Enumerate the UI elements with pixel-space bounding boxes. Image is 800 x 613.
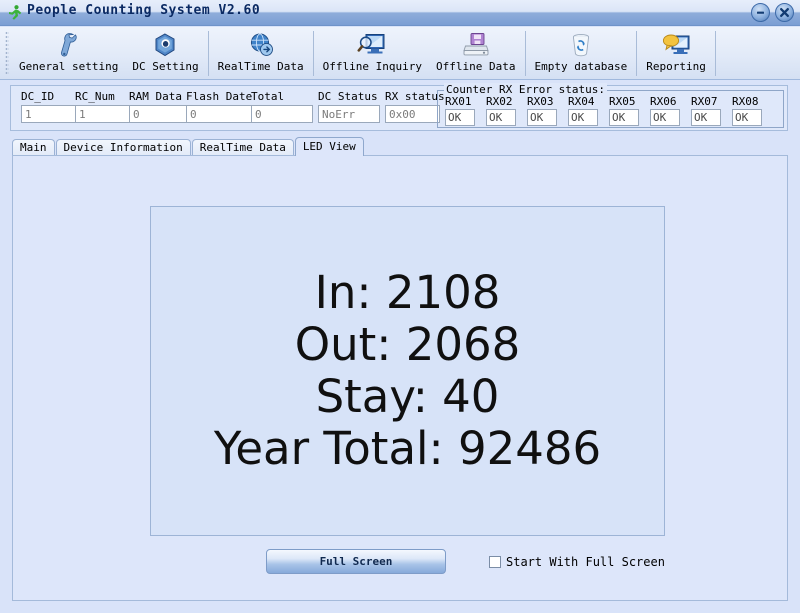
application-window: People Counting System V2.60 General set…	[0, 0, 800, 613]
dc-status-value: NoErr	[318, 105, 380, 123]
led-line-in: In: 2108	[314, 265, 501, 319]
rx-channel-label: RX04	[568, 95, 595, 108]
tab-realtime-data[interactable]: RealTime Data	[191, 139, 294, 156]
start-with-full-screen-checkbox-row[interactable]: Start With Full Screen	[489, 555, 665, 569]
led-line-year-total: Year Total: 92486	[213, 422, 602, 476]
rx-channel-rx08: RX08 OK	[732, 95, 768, 126]
toolbar-separator	[636, 31, 638, 76]
toolbar-label: DC Setting	[132, 60, 199, 73]
field-rx-status: RX status 0x00	[385, 90, 445, 123]
wrench-icon	[56, 30, 82, 60]
toolbar-button-offline-data[interactable]: Offline Data	[429, 27, 522, 80]
rx-channel-value: OK	[527, 109, 557, 126]
rx-channel-rx02: RX02 OK	[486, 95, 522, 126]
toolbar-separator	[207, 31, 209, 76]
led-display: In: 2108 Out: 2068 Stay: 40 Year Total: …	[150, 206, 665, 536]
rx-channel-label: RX08	[732, 95, 759, 108]
nut-icon	[151, 30, 179, 60]
toolbar-separator	[524, 31, 526, 76]
window-controls	[751, 3, 794, 22]
field-label: RAM Data	[129, 90, 182, 103]
full-screen-button[interactable]: Full Screen	[266, 549, 446, 574]
toolbar-button-offline-inquiry[interactable]: Offline Inquiry	[316, 27, 429, 80]
field-label: Total	[251, 90, 285, 103]
start-with-full-screen-label: Start With Full Screen	[506, 555, 665, 569]
rx-channel-value: OK	[732, 109, 762, 126]
magnifier-monitor-icon	[357, 30, 387, 60]
title-bar: People Counting System V2.60	[0, 0, 800, 26]
field-label: RX status	[385, 90, 445, 103]
rx-channel-rx07: RX07 OK	[691, 95, 727, 126]
tab-bar: Main Device Information RealTime Data LE…	[12, 137, 365, 156]
floppy-drive-icon	[462, 30, 490, 60]
toolbar-button-realtime-data[interactable]: RealTime Data	[211, 27, 311, 80]
tab-led-view[interactable]: LED View	[294, 137, 364, 156]
flash-date-input[interactable]: 0	[186, 105, 253, 123]
field-total: Total 0	[251, 90, 313, 123]
globe-icon	[247, 30, 275, 60]
rx-channel-rx01: RX01 OK	[445, 95, 481, 126]
led-line-stay: Stay: 40	[315, 370, 500, 423]
rx-channel-label: RX02	[486, 95, 513, 108]
field-ram-data: RAM Data 0	[129, 90, 191, 123]
toolbar-drag-grip[interactable]	[5, 31, 9, 76]
start-with-full-screen-checkbox[interactable]	[489, 556, 501, 568]
rx-channel-label: RX01	[445, 95, 472, 108]
field-dc-status: DC Status NoErr	[318, 90, 380, 123]
tab-device-information[interactable]: Device Information	[55, 139, 191, 156]
toolbar-label: RealTime Data	[217, 60, 304, 73]
trash-bin-icon	[568, 30, 594, 60]
toolbar-button-dc-setting[interactable]: DC Setting	[125, 27, 205, 80]
rx-channel-value: OK	[486, 109, 516, 126]
close-button[interactable]	[775, 3, 794, 22]
window-title: People Counting System V2.60	[27, 3, 261, 18]
toolbar-button-reporting[interactable]: Reporting	[639, 27, 713, 80]
rx-status-value: 0x00	[385, 105, 440, 123]
rx-channel-value: OK	[691, 109, 721, 126]
led-line-out: Out: 2068	[294, 317, 521, 371]
toolbar-label: Offline Inquiry	[322, 60, 423, 73]
rx-channel-value: OK	[568, 109, 598, 126]
rx-channel-value: OK	[609, 109, 639, 126]
rx-channel-label: RX07	[691, 95, 718, 108]
toolbar-button-empty-database[interactable]: Empty database	[528, 27, 635, 80]
minimize-button[interactable]	[751, 3, 770, 22]
rx-channel-value: OK	[445, 109, 475, 126]
toolbar-separator	[312, 31, 314, 76]
rx-channel-rx05: RX05 OK	[609, 95, 645, 126]
field-label: DC Status	[318, 90, 378, 103]
toolbar-label: General setting	[19, 60, 119, 73]
rx-channel-label: RX06	[650, 95, 677, 108]
runner-icon	[6, 4, 23, 21]
rx-channel-rx03: RX03 OK	[527, 95, 563, 126]
field-flash-date: Flash Date 0	[186, 90, 253, 123]
total-input[interactable]: 0	[251, 105, 313, 123]
ram-data-input[interactable]: 0	[129, 105, 191, 123]
toolbar-label: Empty database	[534, 60, 628, 73]
rx-channel-rx04: RX04 OK	[568, 95, 604, 126]
toolbar-label: Reporting	[646, 60, 706, 73]
rx-channel-label: RX03	[527, 95, 554, 108]
field-label: Flash Date	[186, 90, 253, 103]
toolbar-button-general-setting[interactable]: General setting	[12, 27, 125, 80]
toolbar-label: Offline Data	[436, 60, 516, 73]
toolbar: General setting DC Setting RealTime Data…	[0, 27, 800, 80]
rx-channel-value: OK	[650, 109, 680, 126]
rx-channel-rx06: RX06 OK	[650, 95, 686, 126]
tab-main[interactable]: Main	[12, 139, 55, 156]
report-monitor-icon	[661, 30, 691, 60]
rx-channel-label: RX05	[609, 95, 636, 108]
toolbar-separator	[714, 31, 716, 76]
